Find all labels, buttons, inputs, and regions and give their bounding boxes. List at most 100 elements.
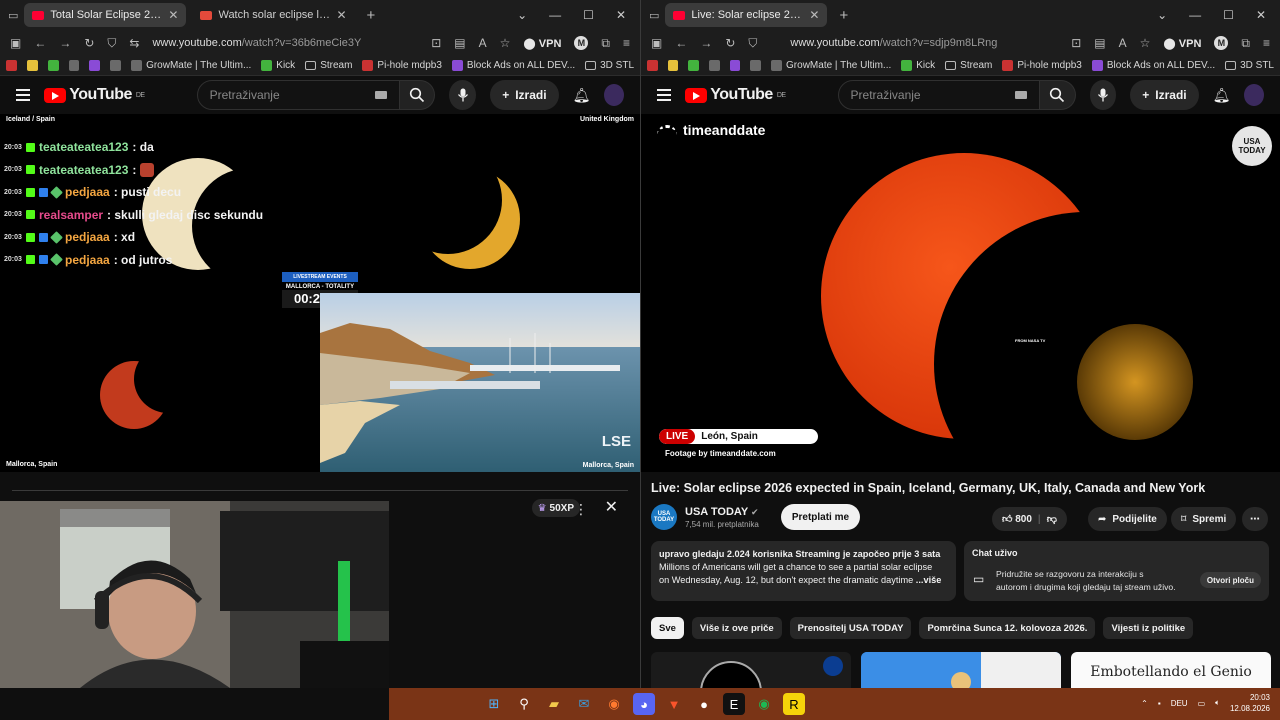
close-window-icon[interactable]: ✕ [616,8,626,22]
chip-politics[interactable]: Vijesti iz politike [1103,617,1194,639]
description-box[interactable]: upravo gledaju 2.024 korisnika Streaming… [651,541,956,601]
create-button[interactable]: + Izradi [490,80,559,110]
github-icon[interactable]: ● [693,693,715,715]
share-button[interactable]: ➦ Podijelite [1088,507,1167,531]
menu-icon[interactable]: ≡ [623,36,630,50]
hamburger-menu-icon[interactable] [657,89,672,101]
search-input[interactable]: Pretraživanje [196,80,400,110]
app-tray-icon[interactable]: ▪ [1158,699,1161,708]
bookmark-star-icon[interactable]: ☆ [1140,36,1151,50]
close-tab-icon[interactable]: ✕ [809,8,819,22]
discord-icon[interactable]: ◕ [633,693,655,715]
bookmark-icon[interactable] [89,60,101,71]
chip-all[interactable]: Sve [651,617,684,639]
new-tab-icon[interactable]: + [361,7,382,24]
chat-username[interactable]: pedjaaa [65,230,110,244]
minimize-icon[interactable]: — [1189,8,1201,22]
bookmark-stream[interactable]: Stream [305,60,352,71]
network-icon[interactable]: ▭ [1198,699,1206,708]
translate-icon[interactable]: A [479,36,487,50]
bookmark-icon[interactable] [6,60,17,71]
app-r-icon[interactable]: R [783,693,805,715]
chevron-up-icon[interactable]: ⌃ [1141,699,1148,708]
bookmark-block-ads[interactable]: Block Ads on ALL DEV... [451,60,575,71]
sidebar-toggle-icon[interactable]: ▣ [10,36,21,50]
chat-username[interactable]: pedjaaa [65,185,110,199]
mail-icon[interactable]: ✉ [573,693,595,715]
microphone-button[interactable] [1089,80,1117,110]
dislike-button[interactable]: 👎︎ [1047,513,1057,525]
stream-video-player[interactable]: Iceland / Spain United Kingdom 20:03 teat… [0,114,640,472]
back-icon[interactable]: ← [34,36,46,50]
bookmark-kick[interactable]: Kick [261,60,295,71]
tab-solar-eclipse-2026[interactable]: Live: Solar eclipse 2026 expecte ✕ [665,3,828,27]
maximize-icon[interactable]: ☐ [583,8,594,22]
bookmark-stream[interactable]: Stream [945,60,992,71]
chevron-down-icon[interactable]: ⌄ [517,8,527,22]
bookmark-kick[interactable]: Kick [901,60,935,71]
bookmark-icon[interactable] [647,60,658,71]
chat-username[interactable]: realsamper [39,208,103,222]
url-field[interactable]: www.youtube.com/watch?v=sdjp9m8LRng [770,37,1058,49]
forward-icon[interactable]: → [700,36,712,50]
tab-actions-icon[interactable]: ▭ [649,9,659,22]
reload-icon[interactable]: ↻ [725,36,735,50]
bookmark-growmate[interactable]: GrowMate | The Ultim... [131,60,251,71]
chevron-down-icon[interactable]: ⌄ [1157,8,1167,22]
minimize-icon[interactable]: — [549,8,561,22]
new-tab-icon[interactable]: + [833,7,854,24]
reader-icon[interactable]: ▤ [454,36,465,50]
bookmark-block-ads[interactable]: Block Ads on ALL DEV... [1091,60,1215,71]
save-button[interactable]: ⌑ Spremi [1171,507,1237,531]
epic-games-icon[interactable]: E [723,693,745,715]
sidebar-toggle-icon[interactable]: ▣ [651,36,662,50]
translate-icon[interactable]: A [1119,36,1127,50]
tracker-icon[interactable]: ⇆ [129,36,139,50]
chip-more-story[interactable]: Više iz ove priče [691,617,782,639]
account-avatar[interactable] [1244,84,1265,106]
volume-icon[interactable]: 🔈︎ [1215,698,1220,708]
bookmark-icon[interactable] [26,60,38,71]
close-tab-icon[interactable]: ✕ [168,8,178,22]
microphone-button[interactable] [449,80,477,110]
notifications-bell-icon[interactable]: 🔔︎ [573,87,591,104]
like-button[interactable]: 👍︎ 800 [1002,513,1032,525]
keyboard-icon[interactable] [374,91,387,99]
profile-avatar[interactable]: M [574,36,589,50]
vpn-button[interactable]: ⬤ VPN [1163,37,1201,50]
bookmark-icon[interactable] [709,60,720,71]
search-button[interactable] [1039,80,1076,110]
reader-icon[interactable]: ▤ [1094,36,1105,50]
subscribe-button[interactable]: Pretplati me [780,504,861,530]
tab-eclipse-live[interactable]: Total Solar Eclipse 2026 Live from ✕ [24,3,187,27]
more-options-icon[interactable]: ⋮ [574,501,588,518]
bookmark-icon[interactable] [68,60,80,71]
file-explorer-icon[interactable]: ▰ [543,693,565,715]
bookmark-star-icon[interactable]: ☆ [500,36,511,50]
tab-actions-icon[interactable]: ▭ [8,9,18,22]
xp-badge[interactable]: ♛ 50XP [531,499,580,517]
forward-icon[interactable]: → [59,36,71,50]
account-avatar[interactable] [604,84,624,106]
tab-watch-solar[interactable]: Watch solar eclipse live from ✕ [192,3,354,27]
channel-avatar[interactable]: USA TODAY [651,504,677,530]
menu-icon[interactable]: ≡ [1263,36,1270,50]
chip-uploader[interactable]: Prenositelj USA TODAY [789,617,912,639]
related-video-thumbnail[interactable]: Embotellando el Genio [1071,652,1271,688]
chat-username[interactable]: teateateatea123 [39,140,128,154]
related-video-thumbnail[interactable] [651,652,851,688]
keyboard-icon[interactable] [1014,91,1027,99]
vpn-button[interactable]: ⬤ VPN [523,37,561,50]
search-icon[interactable]: ⚲ [513,693,535,715]
extensions-icon[interactable]: ⧉ [1241,36,1250,51]
firefox-icon[interactable]: ◉ [603,693,625,715]
maximize-icon[interactable]: ☐ [1223,8,1234,22]
create-button[interactable]: + Izradi [1130,80,1199,110]
spotify-icon[interactable]: ◉ [753,693,775,715]
chip-eclipse[interactable]: Pomrčina Sunca 12. kolovoza 2026. [919,617,1096,639]
back-icon[interactable]: ← [675,36,687,50]
chat-username[interactable]: teateateatea123 [39,163,128,177]
close-tab-icon[interactable]: ✕ [336,8,346,22]
channel-name[interactable]: USA TODAY ✔ [685,506,759,518]
bookmark-icon[interactable] [688,60,700,71]
